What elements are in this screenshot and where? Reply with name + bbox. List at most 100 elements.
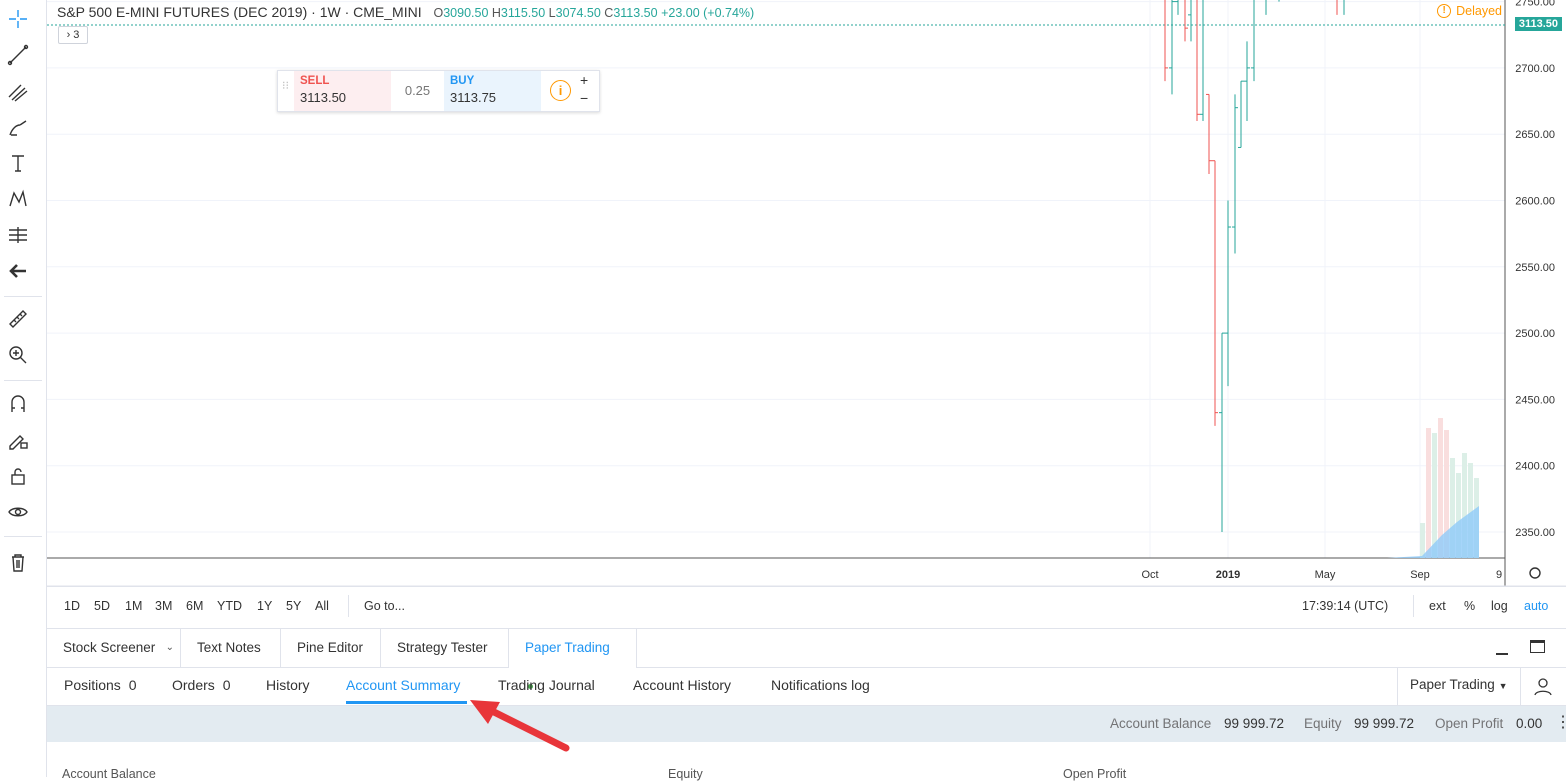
zoom-in-icon[interactable] <box>5 342 31 368</box>
prediction-icon[interactable] <box>5 222 31 248</box>
orders-count: 0 <box>222 677 231 693</box>
subtab-orders[interactable]: Orders 0 <box>172 677 230 693</box>
buy-price: 3113.75 <box>450 90 497 105</box>
unlock-icon[interactable] <box>5 463 31 489</box>
log-toggle[interactable]: log <box>1491 599 1508 613</box>
text-icon[interactable] <box>5 150 31 176</box>
range-5d[interactable]: 5D <box>94 599 110 613</box>
positions-count: 0 <box>128 677 137 693</box>
low-value: 3074.50 <box>555 6 601 20</box>
subtab-label: Positions <box>64 677 121 693</box>
range-3m[interactable]: 3M <box>155 599 172 613</box>
caret-down-icon: ▼ <box>1498 681 1508 691</box>
column-open-profit: Open Profit <box>1063 767 1127 781</box>
percent-toggle[interactable]: % <box>1464 599 1475 613</box>
equity-label: Equity <box>1304 716 1342 731</box>
symbol-title[interactable]: S&P 500 E-MINI FUTURES (DEC 2019) · 1W ·… <box>57 4 422 20</box>
lock-drawing-icon[interactable] <box>5 427 31 453</box>
account-summary-bar: Account Balance 99 999.72 Equity 99 999.… <box>47 706 1566 742</box>
sell-button[interactable]: SELL 3113.50 <box>294 71 391 111</box>
range-1y[interactable]: 1Y <box>257 599 272 613</box>
bottom-panel-tabs: Stock Screener ⌄ Text Notes Pine Editor … <box>47 628 1566 689</box>
subtab-notifications-log[interactable]: Notifications log <box>771 677 870 693</box>
collapse-indicators-button[interactable]: › 3 <box>58 26 88 44</box>
trend-line-icon[interactable] <box>5 42 31 68</box>
settings-gear-icon[interactable] <box>1529 567 1541 579</box>
range-all[interactable]: All <box>315 599 329 613</box>
close-key: C <box>604 6 614 20</box>
range-1m[interactable]: 1M <box>125 599 142 613</box>
annotation-arrow-icon <box>470 700 570 752</box>
auto-toggle[interactable]: auto <box>1524 599 1548 613</box>
minimize-icon[interactable] <box>1496 653 1508 655</box>
price-tick-label: 2750.00 <box>1515 0 1555 9</box>
range-5y[interactable]: 5Y <box>286 599 301 613</box>
pitchfork-icon[interactable] <box>5 79 31 105</box>
broker-divider <box>1520 667 1521 705</box>
info-icon[interactable]: i <box>550 80 571 101</box>
volume-bar <box>1426 428 1431 558</box>
warning-icon: ! <box>1437 4 1452 18</box>
user-icon[interactable] <box>1533 676 1553 701</box>
price-tick-label: 2400.00 <box>1515 461 1555 473</box>
goto-button[interactable]: Go to... <box>364 599 405 613</box>
broker-label: Paper Trading <box>1410 677 1495 692</box>
time-tick-label: Oct <box>1141 569 1158 581</box>
plus-icon[interactable]: + <box>580 72 588 88</box>
buy-sell-widget: ⁝⁝ SELL 3113.50 0.25 BUY 3113.75 i + − <box>277 70 600 112</box>
price-tick-label: 2600.00 <box>1515 196 1555 208</box>
broker-divider <box>1397 667 1398 705</box>
tab-text-notes[interactable]: Text Notes <box>181 629 281 667</box>
toolbar-divider <box>4 296 42 297</box>
magnet-icon[interactable] <box>5 391 31 417</box>
time-tick-label: 9 <box>1496 569 1502 581</box>
high-key: H <box>491 6 501 20</box>
clock-timezone[interactable]: 17:39:14 (UTC) <box>1302 599 1388 613</box>
maximize-icon[interactable] <box>1530 640 1545 653</box>
ext-toggle[interactable]: ext <box>1429 599 1446 613</box>
delayed-badge[interactable]: ! Delayed <box>1437 4 1502 18</box>
range-divider <box>348 595 349 617</box>
range-divider <box>1413 595 1414 617</box>
subtab-account-history[interactable]: Account History <box>633 677 731 693</box>
crosshair-icon[interactable] <box>5 6 31 32</box>
balance-label: Account Balance <box>1110 716 1212 731</box>
price-tick-label: 2550.00 <box>1515 262 1555 274</box>
tab-label: Paper Trading <box>525 640 610 655</box>
tab-strategy-tester[interactable]: Strategy Tester <box>381 629 509 667</box>
range-ytd[interactable]: YTD <box>217 599 242 613</box>
range-6m[interactable]: 6M <box>186 599 203 613</box>
price-tick-label: 2650.00 <box>1515 129 1555 141</box>
eye-icon[interactable] <box>5 499 31 525</box>
price-chart[interactable]: 3150.003100.003050.003000.002950.002900.… <box>47 0 1566 586</box>
ruler-icon[interactable] <box>5 306 31 332</box>
subtab-history[interactable]: History <box>266 677 310 693</box>
drag-handle-icon[interactable]: ⁝⁝ <box>282 81 289 92</box>
tab-pine-editor[interactable]: Pine Editor <box>281 629 381 667</box>
tab-label: Text Notes <box>197 640 261 655</box>
more-options-icon[interactable]: ⋮ <box>1555 713 1566 733</box>
range-1d[interactable]: 1D <box>64 599 80 613</box>
tab-paper-trading[interactable]: Paper Trading <box>509 629 637 689</box>
subtab-positions[interactable]: Positions 0 <box>64 677 137 693</box>
tab-stock-screener[interactable]: Stock Screener ⌄ <box>47 629 181 667</box>
broker-dropdown[interactable]: Paper Trading ▼ <box>1410 677 1508 692</box>
change-value: +23.00 (+0.74%) <box>661 6 755 20</box>
trash-icon[interactable] <box>5 549 31 575</box>
time-tick-label: 2019 <box>1216 569 1240 581</box>
summary-table-header: Account Balance Equity Open Profit <box>47 743 1566 781</box>
tab-label: Stock Screener <box>63 640 156 655</box>
column-account-balance: Account Balance <box>62 767 156 781</box>
chart-canvas[interactable]: 3150.003100.003050.003000.002950.002900.… <box>47 0 1566 586</box>
minus-icon[interactable]: − <box>580 90 588 106</box>
delayed-label: Delayed <box>1456 4 1502 18</box>
spread-value: 0.25 <box>404 83 431 98</box>
back-arrow-icon[interactable] <box>5 258 31 284</box>
pattern-icon[interactable] <box>5 186 31 212</box>
volume-bar <box>1420 523 1425 558</box>
chart-legend: S&P 500 E-MINI FUTURES (DEC 2019) · 1W ·… <box>57 4 754 20</box>
brush-icon[interactable] <box>5 115 31 141</box>
subtab-account-summary[interactable]: Account Summary <box>346 677 460 693</box>
buy-button[interactable]: BUY 3113.75 <box>444 71 541 111</box>
open-value: 3090.50 <box>443 6 489 20</box>
